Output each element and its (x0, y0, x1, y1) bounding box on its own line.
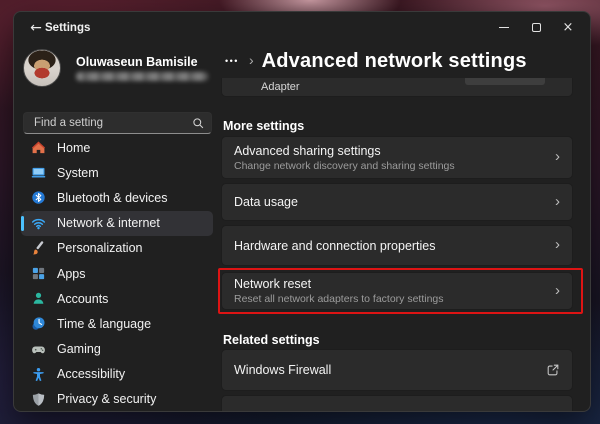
sidebar-item-label: Bluetooth & devices (57, 190, 168, 205)
card-title: Hardware and connection properties (234, 238, 436, 253)
network-icon (31, 216, 46, 231)
card-title: Advanced sharing settings (234, 143, 381, 158)
sidebar-item-bluetooth-devices[interactable]: Bluetooth & devices (21, 185, 213, 210)
card-title: Data usage (234, 195, 298, 209)
search-input[interactable] (24, 117, 192, 129)
sidebar-item-system[interactable]: System (21, 160, 213, 185)
avatar (23, 49, 61, 87)
chevron-right-icon: › (555, 148, 560, 165)
card-windows-firewall[interactable]: Windows Firewall (221, 349, 573, 391)
time-language-icon (31, 316, 46, 331)
sidebar-item-gaming[interactable]: Gaming (21, 337, 213, 362)
card-network-reset[interactable]: Network reset Reset all network adapters… (221, 272, 573, 310)
chevron-right-icon: › (555, 192, 560, 210)
chevron-right-icon: › (555, 236, 560, 253)
personalization-icon (31, 241, 46, 256)
card-data-usage[interactable]: Data usage › (221, 183, 573, 221)
sidebar-item-time-language[interactable]: Time & language (21, 311, 213, 336)
sidebar-item-label: Gaming (57, 342, 101, 357)
app-title: Settings (45, 22, 91, 34)
sidebar-item-label: Home (57, 140, 91, 155)
home-icon (31, 140, 46, 155)
sidebar-item-label: Personalization (57, 241, 143, 256)
card-title: Network reset (234, 277, 312, 291)
section-related-settings: Related settings (223, 333, 320, 347)
card-subtitle: Change network discovery and sharing set… (234, 159, 455, 172)
accessibility-icon (31, 367, 46, 382)
card-advanced-sharing-settings[interactable]: Advanced sharing settings Change network… (221, 136, 573, 179)
sidebar-nav: Home System Bluetooth & devices Network … (21, 135, 213, 411)
sidebar-item-accessibility[interactable]: Accessibility (21, 362, 213, 387)
main-content: ••• › Advanced network settings Adapter … (218, 12, 590, 411)
page-title: Advanced network settings (261, 49, 527, 72)
user-email-redacted (76, 72, 208, 81)
sidebar-item-personalization[interactable]: Personalization (21, 236, 213, 261)
sidebar-item-label: Accounts (57, 291, 109, 306)
settings-window: ← Settings × Oluwaseun Bamisile Find a s… (13, 11, 591, 412)
breadcrumb-ellipsis[interactable]: ••• (223, 52, 241, 70)
breadcrumb-separator-icon: › (248, 52, 254, 68)
card-partial-bottom[interactable] (221, 395, 573, 411)
sidebar-item-apps[interactable]: Apps (21, 261, 213, 286)
search-box (23, 112, 212, 134)
system-icon (31, 165, 46, 180)
search-icon (192, 117, 205, 130)
sidebar-item-label: Time & language (57, 316, 152, 331)
sidebar-item-home[interactable]: Home (21, 135, 213, 160)
card-title: Windows Firewall (234, 363, 332, 377)
adapter-label: Adapter (261, 81, 300, 93)
sidebar: Oluwaseun Bamisile Home (14, 46, 219, 411)
sidebar-item-label: Accessibility (57, 367, 126, 382)
cutoff-button (465, 78, 545, 85)
breadcrumb: ••• › Advanced network settings (223, 48, 527, 74)
sidebar-item-accounts[interactable]: Accounts (21, 286, 213, 311)
sidebar-item-label: Network & internet (57, 216, 160, 231)
card-subtitle: Reset all network adapters to factory se… (234, 293, 444, 305)
sidebar-item-label: System (57, 165, 99, 180)
bluetooth-icon (31, 190, 46, 205)
adapter-card-partial[interactable]: Adapter (221, 78, 573, 97)
sidebar-item-label: Privacy & security (57, 392, 157, 407)
privacy-security-icon (31, 392, 46, 407)
sidebar-item-privacy-security[interactable]: Privacy & security (21, 387, 213, 411)
user-name: Oluwaseun Bamisile (76, 55, 198, 69)
accounts-icon (31, 291, 46, 306)
sidebar-item-label: Apps (57, 266, 86, 281)
sidebar-item-network-internet[interactable]: Network & internet (21, 210, 213, 236)
gaming-icon (31, 342, 46, 357)
user-profile[interactable]: Oluwaseun Bamisile (23, 49, 213, 91)
card-hardware-connection-properties[interactable]: Hardware and connection properties › (221, 225, 573, 266)
desktop-wallpaper: ← Settings × Oluwaseun Bamisile Find a s… (0, 0, 600, 424)
external-link-icon (546, 363, 560, 377)
section-more-settings: More settings (223, 119, 305, 133)
apps-icon (31, 266, 46, 281)
chevron-right-icon: › (555, 281, 560, 299)
